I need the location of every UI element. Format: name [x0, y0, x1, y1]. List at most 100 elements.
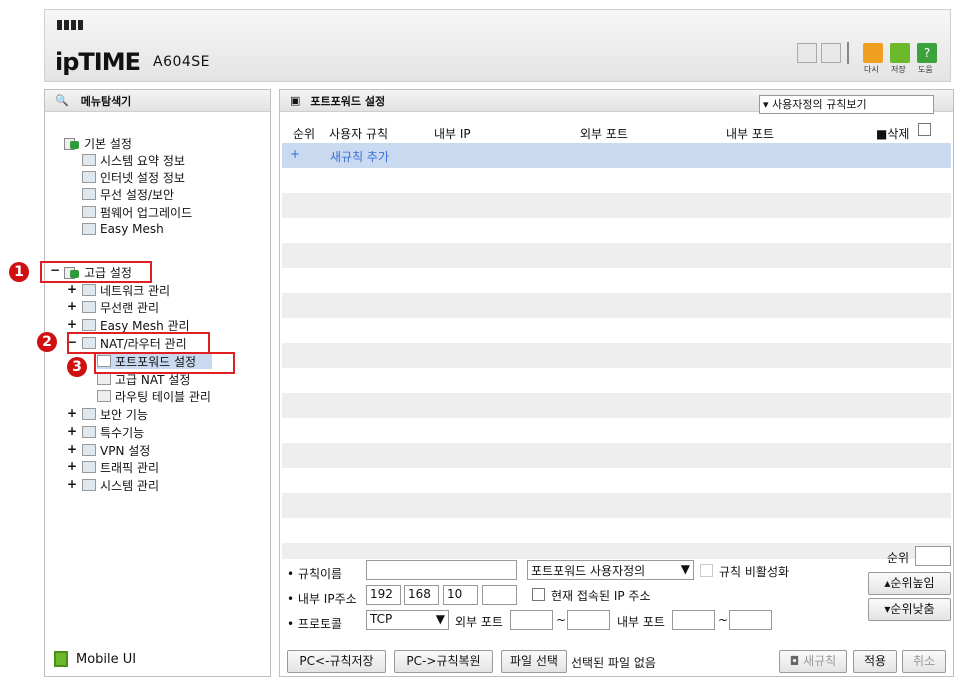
chart-icon: [82, 154, 96, 166]
table-row: [282, 518, 951, 543]
highlight-box: [94, 352, 235, 374]
tree-item[interactable]: 무선 설정/보안: [82, 186, 174, 202]
protocol-select[interactable]: TCP ▼: [366, 610, 449, 630]
search-icon: 🔍: [55, 94, 69, 107]
mobile-icon: [54, 651, 68, 667]
table-row: [282, 243, 951, 268]
expand-icon[interactable]: +: [67, 459, 77, 473]
col-user-rule: 사용자 규칙: [329, 127, 389, 141]
external-port-end[interactable]: [567, 610, 610, 630]
table-row: [282, 493, 951, 518]
tree-basic-settings[interactable]: 기본 설정: [64, 135, 132, 151]
wireless-icon: [82, 301, 96, 313]
pc-save-rules-button[interactable]: PC<-규칙저장: [287, 650, 386, 673]
current-ip-checkbox[interactable]: [532, 588, 545, 601]
tree-item[interactable]: 트래픽 관리: [82, 459, 159, 475]
home-icon[interactable]: [797, 43, 817, 63]
col-rank: 순위: [293, 127, 316, 141]
tree-item[interactable]: 시스템 관리: [82, 477, 159, 493]
tree-item[interactable]: 인터넷 설정 정보: [82, 169, 185, 185]
tree-item[interactable]: 특수기능: [82, 424, 144, 440]
page-icon: [97, 373, 111, 385]
disable-rule-label: 규칙 비활성화: [719, 565, 790, 579]
table-row: [282, 543, 951, 559]
table-row: [282, 393, 951, 418]
folder-icon: [64, 137, 80, 150]
table-row: [282, 443, 951, 468]
logout-icon[interactable]: [821, 43, 841, 63]
page-icon: [97, 390, 111, 402]
header-bar: ipTIME A604SE ? 다시 저장 도움: [44, 9, 951, 82]
ip-octet-1[interactable]: 192: [366, 585, 401, 605]
vpn-icon: [82, 444, 96, 456]
help-button[interactable]: ?: [917, 43, 937, 63]
rule-name-input[interactable]: [366, 560, 517, 580]
expand-icon[interactable]: +: [67, 317, 77, 331]
model-name: A604SE: [153, 54, 211, 70]
step-badge: 3: [67, 357, 87, 377]
tree-item[interactable]: 네트워크 관리: [82, 282, 170, 298]
tree-item[interactable]: 시스템 요약 정보: [82, 152, 185, 168]
ip-octet-2[interactable]: 168: [404, 585, 439, 605]
expand-icon[interactable]: +: [67, 406, 77, 420]
special-icon: [82, 426, 96, 438]
refresh-button[interactable]: [863, 43, 883, 63]
page-icon: ▣: [290, 94, 301, 107]
internal-port-start[interactable]: [672, 610, 715, 630]
new-rule-button[interactable]: ◘ 새규칙: [779, 650, 847, 673]
rank-input[interactable]: [915, 546, 951, 566]
table-row: [282, 368, 951, 393]
table-row: [282, 168, 951, 193]
table-row: [282, 268, 951, 293]
mobile-ui-link[interactable]: Mobile UI: [54, 651, 136, 667]
tree-item[interactable]: 라우팅 테이블 관리: [97, 388, 211, 404]
internal-port-end[interactable]: [729, 610, 772, 630]
save-label: 저장: [891, 65, 906, 74]
ip-octet-3[interactable]: 10: [443, 585, 478, 605]
ip-octet-4[interactable]: [482, 585, 517, 605]
divider: [847, 42, 849, 64]
tree-item[interactable]: Easy Mesh 관리: [82, 317, 190, 333]
mesh-icon: [82, 319, 96, 331]
col-internal-ip: 내부 IP: [434, 127, 471, 141]
save-icon-button[interactable]: [890, 43, 910, 63]
delete-all-checkbox[interactable]: [918, 123, 931, 136]
table-row: [282, 193, 951, 218]
view-rules-select[interactable]: ▾ 사용자정의 규칙보기: [759, 95, 934, 114]
new-rule-row[interactable]: + 새규칙 추가: [282, 143, 951, 168]
mesh-icon: [82, 223, 96, 235]
expand-icon[interactable]: +: [67, 282, 77, 296]
tree-item[interactable]: Easy Mesh: [82, 221, 164, 237]
network-icon: [82, 284, 96, 296]
expand-icon[interactable]: +: [67, 299, 77, 313]
chevron-down-icon: ▼: [680, 562, 690, 576]
disable-rule-checkbox[interactable]: [700, 564, 713, 577]
no-file-label: 선택된 파일 없음: [571, 656, 656, 670]
chart-icon: [82, 479, 96, 491]
rule-type-select[interactable]: 포트포워드 사용자정의 ▼: [527, 560, 694, 580]
new-rule-label: 새규칙 추가: [330, 150, 390, 164]
tree-item[interactable]: 펌웨어 업그레이드: [82, 204, 192, 220]
rank-up-button[interactable]: ▴순위높임: [868, 572, 951, 595]
rank-down-button[interactable]: ▾순위낮춤: [868, 598, 951, 621]
expand-icon[interactable]: +: [67, 477, 77, 491]
file-select-button[interactable]: 파일 선택: [501, 650, 567, 673]
firmware-icon: [82, 206, 96, 218]
tree-item[interactable]: VPN 설정: [82, 442, 150, 458]
col-delete: ■삭제: [876, 127, 910, 141]
external-port-start[interactable]: [510, 610, 553, 630]
table-row: [282, 468, 951, 493]
cancel-button[interactable]: 취소: [902, 650, 946, 673]
apply-button[interactable]: 적용: [853, 650, 897, 673]
highlight-box: [40, 261, 152, 283]
expand-icon[interactable]: +: [67, 424, 77, 438]
expand-icon[interactable]: +: [67, 442, 77, 456]
rule-name-label: • 규칙이름: [287, 567, 343, 581]
monitor-icon: [82, 171, 96, 183]
tree-item[interactable]: 무선랜 관리: [82, 299, 159, 315]
highlight-box: [67, 332, 210, 354]
external-port-label: 외부 포트: [455, 615, 503, 629]
pc-restore-rules-button[interactable]: PC->규칙복원: [394, 650, 493, 673]
table-row: [282, 418, 951, 443]
tree-item[interactable]: 보안 기능: [82, 406, 148, 422]
